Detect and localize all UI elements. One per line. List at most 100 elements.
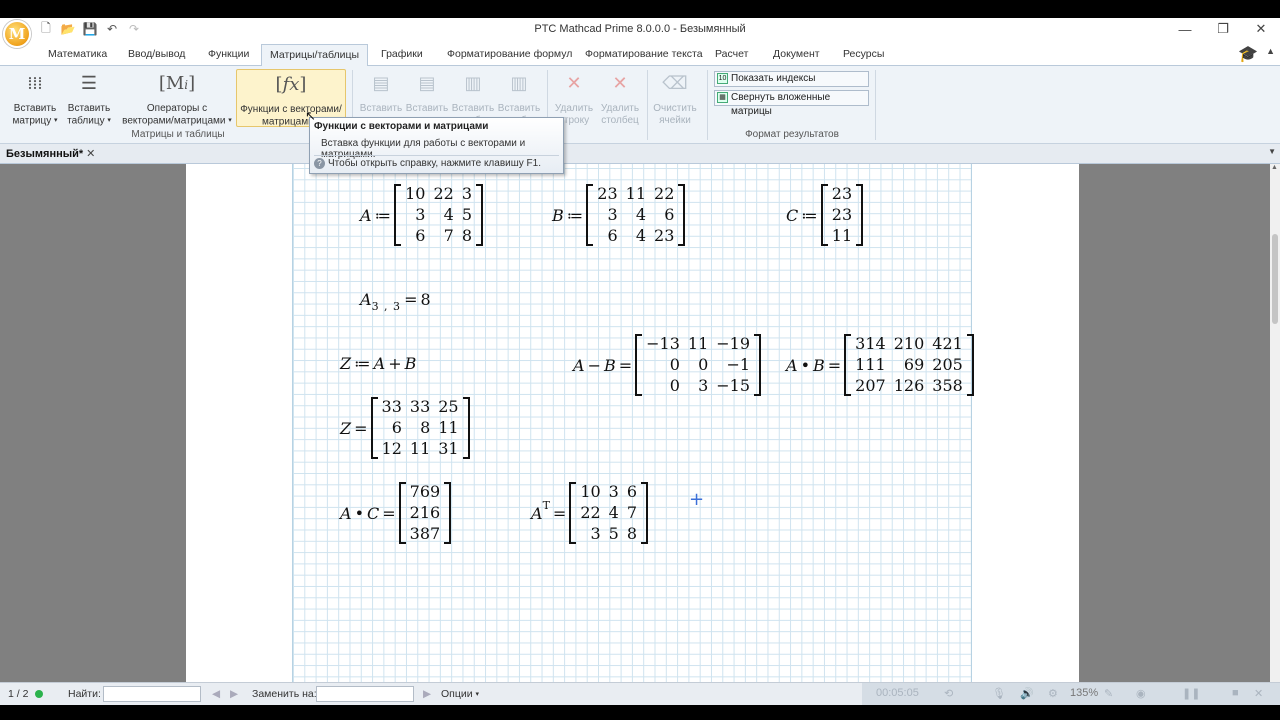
pen-icon[interactable]: ✎ <box>1104 687 1113 700</box>
options-dropdown[interactable]: Опции ▾ <box>441 688 479 700</box>
eraser-icon: ⌫ <box>662 73 688 94</box>
crosshair-cursor-icon: + <box>689 489 705 510</box>
tab-plots[interactable]: Графики <box>373 46 431 66</box>
chevron-up-icon[interactable]: ▲ <box>1266 46 1275 56</box>
matrix-A-transpose: 10 3 6 22 4 7 358 <box>569 482 649 544</box>
close-button[interactable]: ✕ <box>1242 18 1280 40</box>
insert-table-button[interactable]: ☰ Вставить таблицу ▾ <box>64 69 114 128</box>
find-prev-icon[interactable]: ◀ <box>212 688 220 700</box>
delete-column-icon: ✕ <box>612 73 628 94</box>
help-icon: ? <box>314 158 325 169</box>
volume-icon[interactable]: 🔊 <box>1020 687 1034 700</box>
zoom-level: 135% <box>1070 687 1099 699</box>
tooltip-title: Функции с векторами и матрицами <box>314 121 489 132</box>
replace-input[interactable] <box>316 686 414 702</box>
vector-C: 23 23 11 <box>820 184 864 246</box>
indices-icon: 10 <box>717 73 728 84</box>
show-indices-button[interactable]: 10 Показать индексы <box>714 71 869 87</box>
ribbon-tab-bar: Математика Ввод/вывод Функции Матрицы/та… <box>0 42 1280 67</box>
matrix-A: 10 22 3 345 678 <box>394 184 483 246</box>
matrix-operators-button[interactable]: [Mi] Операторы с векторами/матрицами ▾ <box>122 69 232 128</box>
tab-text-formatting[interactable]: Форматирование текста <box>577 46 711 66</box>
region-define-Z[interactable]: Z ≔ A + B <box>340 354 416 373</box>
mouse-pointer-icon: ↖ <box>305 108 316 123</box>
letterbox-top <box>0 0 1280 18</box>
tab-math-formatting[interactable]: Форматирование формул <box>439 46 580 66</box>
mic-icon[interactable]: 🎙 <box>992 687 1006 700</box>
region-define-B[interactable]: B ≔ 23 11 22 346 6 4 23 <box>552 184 686 246</box>
ribbon-separator <box>707 70 708 140</box>
replace-icon[interactable]: ▶ <box>423 688 431 700</box>
stop-icon[interactable]: ■ <box>1232 687 1239 699</box>
tab-calculation[interactable]: Расчет <box>707 46 756 66</box>
insert-column-icon: ▥ <box>510 73 528 94</box>
tab-io[interactable]: Ввод/вывод <box>120 46 193 66</box>
matrix-icon: ⁞⁞⁞ <box>27 73 43 94</box>
tooltip-body: Вставка функции для работы с векторами и… <box>321 138 526 160</box>
close-overlay-icon[interactable]: ✕ <box>1254 687 1263 700</box>
replace-label: Заменить на: <box>252 688 317 700</box>
tab-math[interactable]: Математика <box>40 46 115 66</box>
tooltip-divider <box>314 155 559 156</box>
mathcad-logo[interactable]: M <box>3 20 31 48</box>
matrix-Z: 33 33 25 6 8 11 12 11 31 <box>370 397 470 459</box>
insert-row-icon: ▤ <box>372 73 390 94</box>
ribbon-separator <box>875 70 876 140</box>
restore-button[interactable]: ❐ <box>1204 18 1242 40</box>
close-tab-icon[interactable]: ✕ <box>86 148 95 160</box>
find-label: Найти: <box>68 688 101 700</box>
tab-matrices-tables[interactable]: Матрицы/таблицы <box>261 44 369 67</box>
vector-A-times-C: 769 216 387 <box>398 482 452 544</box>
graduation-cap-icon[interactable]: 🎓 <box>1238 44 1258 64</box>
find-next-icon[interactable]: ▶ <box>230 688 238 700</box>
replay-icon[interactable]: ⟲ <box>944 687 953 700</box>
table-icon: ☰ <box>80 73 98 94</box>
group-label-result-format: Формат результатов <box>745 129 839 140</box>
tab-resources[interactable]: Ресурсы <box>835 46 892 66</box>
page-indicator: 1 / 2 <box>8 688 29 700</box>
fx-icon: [fx] <box>275 74 307 95</box>
ribbon-panel: ⁞⁞⁞ Вставить матрицу ▾ ☰ Вставить таблиц… <box>0 66 1280 144</box>
delete-row-icon: ✕ <box>566 73 582 94</box>
find-input[interactable] <box>103 686 201 702</box>
tab-functions[interactable]: Функции <box>200 46 257 66</box>
chevron-down-icon[interactable]: ▼ <box>1268 147 1276 156</box>
pause-icon[interactable]: ❚❚ <box>1182 687 1200 700</box>
insert-row-icon: ▤ <box>418 73 436 94</box>
minimize-button[interactable]: — <box>1166 18 1204 40</box>
region-define-C[interactable]: C ≔ 23 23 11 <box>786 184 864 246</box>
camera-icon[interactable]: ◉ <box>1136 687 1146 700</box>
scrollbar-thumb[interactable] <box>1272 234 1278 324</box>
scroll-up-icon[interactable]: ▲ <box>1271 164 1278 171</box>
window-title: PTC Mathcad Prime 8.0.0.0 - Безымянный <box>534 23 746 35</box>
insert-matrix-button[interactable]: ⁞⁞⁞ Вставить матрицу ▾ <box>10 69 60 128</box>
region-A-transpose[interactable]: A T = 10 3 6 22 4 7 358 <box>531 482 649 544</box>
group-label-matrices: Матрицы и таблицы <box>131 129 225 140</box>
title-bar: 🗋 📂 💾 ↶ ↷ PTC Mathcad Prime 8.0.0.0 - Бе… <box>0 18 1280 42</box>
tab-document[interactable]: Документ <box>765 46 828 66</box>
tooltip: Функции с векторами и матрицами Вставка … <box>309 117 564 174</box>
matrix-A-times-B: 314 210 421 111 69 205 207 126 358 <box>844 334 974 396</box>
region-Z-result[interactable]: Z = 33 33 25 6 8 11 12 11 31 <box>340 397 470 459</box>
document-tab-bar: Безымянный* ✕ ▼ <box>0 144 1280 164</box>
matrix-index-icon: [Mi] <box>158 73 196 94</box>
nested-matrix-icon: ▦ <box>717 92 728 103</box>
video-overlay-controls: 00:05:05 ⟲ 🎙 🔊 ⚙ 135% ✎ ◉ ❚❚ ■ ✕ <box>862 683 1280 706</box>
clear-cells-button[interactable]: ⌫ Очистить ячейки <box>650 69 700 127</box>
settings-icon[interactable]: ⚙ <box>1048 687 1058 700</box>
delete-column-button[interactable]: ✕ Удалить столбец <box>597 69 643 127</box>
letterbox-bottom <box>0 705 1280 720</box>
region-A-times-C[interactable]: A • C = 769 216 387 <box>340 482 452 544</box>
worksheet-area[interactable]: A ≔ 10 22 3 345 678 B ≔ 23 11 22 346 6 4 23 C ≔ 2… <box>0 164 1270 682</box>
insert-column-icon: ▥ <box>464 73 482 94</box>
document-tab[interactable]: Безымянный* ✕ <box>6 147 95 160</box>
region-define-A[interactable]: A ≔ 10 22 3 345 678 <box>360 184 483 246</box>
collapse-nested-button[interactable]: ▦ Свернуть вложенные матрицы <box>714 90 869 117</box>
region-A33[interactable]: A3 , 3 = 8 <box>360 290 431 313</box>
region-A-minus-B[interactable]: A − B = −13 11 −19 0 0 −1 0 3 −15 <box>573 334 762 396</box>
tooltip-help: ? Чтобы открыть справку, нажмите клавишу … <box>314 158 541 169</box>
region-A-times-B[interactable]: A • B = 314 210 421 111 69 205 207 126 358 <box>786 334 974 396</box>
window-controls: — ❐ ✕ <box>1166 18 1280 40</box>
vertical-scrollbar[interactable]: ▲ <box>1270 164 1280 682</box>
ribbon-separator <box>647 70 648 140</box>
